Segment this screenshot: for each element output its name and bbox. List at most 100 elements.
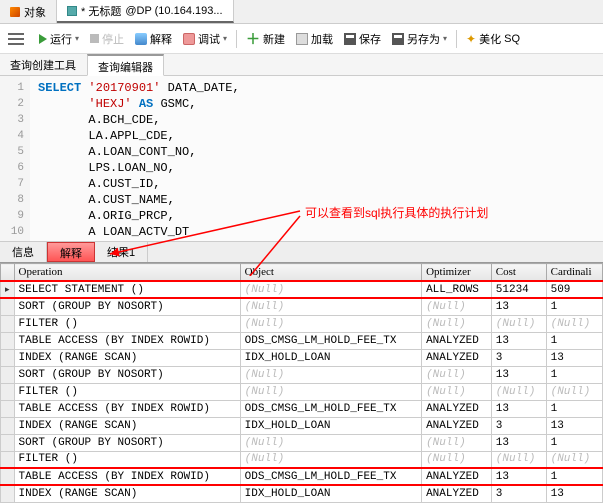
cell: TABLE ACCESS (BY INDEX ROWID) (14, 400, 240, 417)
save-as-button[interactable]: 另存为 ▾ (388, 29, 451, 49)
column-header[interactable]: Object (240, 264, 421, 282)
table-row[interactable]: INDEX (RANGE SCAN)IDX_HOLD_LOANANALYZED3… (1, 349, 603, 366)
tab-info[interactable]: 信息 (0, 242, 47, 262)
table-row[interactable]: TABLE ACCESS (BY INDEX ROWID)ODS_CMSG_LM… (1, 332, 603, 349)
cell: INDEX (RANGE SCAN) (14, 417, 240, 434)
tab-result1[interactable]: 结果1 (95, 242, 148, 262)
cell: SORT (GROUP BY NOSORT) (14, 298, 240, 315)
cell: ANALYZED (422, 332, 492, 349)
query-doc-icon (67, 6, 77, 16)
row-marker (1, 315, 15, 332)
column-header[interactable]: Optimizer (422, 264, 492, 282)
table-row[interactable]: SORT (GROUP BY NOSORT)(Null)(Null)131 (1, 298, 603, 315)
cell: ANALYZED (422, 485, 492, 502)
explain-icon (135, 33, 147, 45)
plus-icon: ＋ (246, 29, 260, 49)
cell: 13 (491, 468, 546, 485)
column-header[interactable]: Cardinali (546, 264, 602, 282)
stop-icon (90, 34, 99, 43)
explain-button[interactable]: 解释 (131, 29, 176, 49)
cell: 509 (546, 281, 602, 298)
cell: 13 (491, 332, 546, 349)
tab-explain-plan[interactable]: 解释 (47, 242, 95, 262)
dropdown-icon: ▾ (223, 34, 227, 43)
cell: FILTER () (14, 315, 240, 332)
cell: 1 (546, 366, 602, 383)
cell: (Null) (422, 383, 492, 400)
tab-objects[interactable]: 对象 (0, 0, 57, 23)
saveas-label: 另存为 (407, 31, 440, 47)
table-row[interactable]: FILTER ()(Null)(Null)(Null)(Null) (1, 451, 603, 468)
row-marker (1, 434, 15, 451)
grid-header-row: OperationObjectOptimizerCostCardinali (1, 264, 603, 282)
save-icon (344, 33, 356, 45)
cell: FILTER () (14, 383, 240, 400)
run-button[interactable]: 运行 ▾ (35, 29, 83, 49)
menu-button[interactable] (8, 33, 24, 45)
tab-query-editor[interactable]: 查询编辑器 (87, 54, 164, 76)
cell: 1 (546, 298, 602, 315)
beautify-button[interactable]: ✦ 美化 SQ (462, 29, 524, 49)
table-row[interactable]: TABLE ACCESS (BY INDEX ROWID)ODS_CMSG_LM… (1, 400, 603, 417)
cell: 1 (546, 400, 602, 417)
cell: (Null) (422, 298, 492, 315)
table-row[interactable]: FILTER ()(Null)(Null)(Null)(Null) (1, 315, 603, 332)
load-button[interactable]: 加载 (292, 29, 337, 49)
row-marker-header (1, 264, 15, 282)
cell: IDX_HOLD_LOAN (240, 485, 421, 502)
cell: ANALYZED (422, 349, 492, 366)
sql-editor[interactable]: 12345678910 SELECT '20170901' DATA_DATE,… (0, 76, 603, 241)
cell: (Null) (491, 451, 546, 468)
explain-plan-grid[interactable]: OperationObjectOptimizerCostCardinali SE… (0, 263, 603, 503)
tab-label: 对象 (24, 4, 46, 20)
code-area[interactable]: SELECT '20170901' DATA_DATE, 'HEXJ' AS G… (30, 76, 603, 241)
cell: 1 (546, 332, 602, 349)
dropdown-icon: ▾ (443, 34, 447, 43)
table-row[interactable]: TABLE ACCESS (BY INDEX ROWID)ODS_CMSG_LM… (1, 468, 603, 485)
cell: (Null) (546, 451, 602, 468)
cell: (Null) (240, 434, 421, 451)
tab-untitled-query[interactable]: * 无标题 @DP (10.164.193... (57, 0, 234, 23)
tab-query-builder[interactable]: 查询创建工具 (0, 54, 87, 75)
table-row[interactable]: INDEX (RANGE SCAN)IDX_HOLD_LOANANALYZED3… (1, 485, 603, 502)
row-marker (1, 298, 15, 315)
row-marker (1, 383, 15, 400)
cell: TABLE ACCESS (BY INDEX ROWID) (14, 332, 240, 349)
cell: SORT (GROUP BY NOSORT) (14, 366, 240, 383)
tab-conn-label: @DP (10.164.193... (125, 5, 222, 17)
objects-icon (10, 7, 20, 17)
cell: (Null) (491, 383, 546, 400)
folder-icon (296, 33, 308, 45)
table-row[interactable]: SORT (GROUP BY NOSORT)(Null)(Null)131 (1, 434, 603, 451)
cell: (Null) (422, 366, 492, 383)
dropdown-icon: ▾ (75, 34, 79, 43)
beautify-label: 美化 (479, 31, 501, 47)
save-as-icon (392, 33, 404, 45)
save-button[interactable]: 保存 (340, 29, 385, 49)
new-label: 新建 (263, 31, 285, 47)
line-gutter: 12345678910 (0, 76, 30, 241)
column-header[interactable]: Cost (491, 264, 546, 282)
cell: (Null) (240, 298, 421, 315)
row-marker (1, 451, 15, 468)
table-row[interactable]: FILTER ()(Null)(Null)(Null)(Null) (1, 383, 603, 400)
load-label: 加载 (311, 31, 333, 47)
new-button[interactable]: ＋ 新建 (242, 27, 289, 51)
cell: ODS_CMSG_LM_HOLD_FEE_TX (240, 468, 421, 485)
cell: 51234 (491, 281, 546, 298)
separator (236, 30, 237, 48)
table-row[interactable]: INDEX (RANGE SCAN)IDX_HOLD_LOANANALYZED3… (1, 417, 603, 434)
cell: INDEX (RANGE SCAN) (14, 485, 240, 502)
row-marker (1, 349, 15, 366)
cell: SELECT STATEMENT () (14, 281, 240, 298)
column-header[interactable]: Operation (14, 264, 240, 282)
cell: 13 (491, 400, 546, 417)
cell: 13 (491, 434, 546, 451)
debug-button[interactable]: 调试 ▾ (179, 29, 231, 49)
cell: 13 (546, 485, 602, 502)
cell: (Null) (422, 451, 492, 468)
table-row[interactable]: SELECT STATEMENT ()(Null)ALL_ROWS5123450… (1, 281, 603, 298)
separator (456, 30, 457, 48)
cell: ODS_CMSG_LM_HOLD_FEE_TX (240, 332, 421, 349)
table-row[interactable]: SORT (GROUP BY NOSORT)(Null)(Null)131 (1, 366, 603, 383)
